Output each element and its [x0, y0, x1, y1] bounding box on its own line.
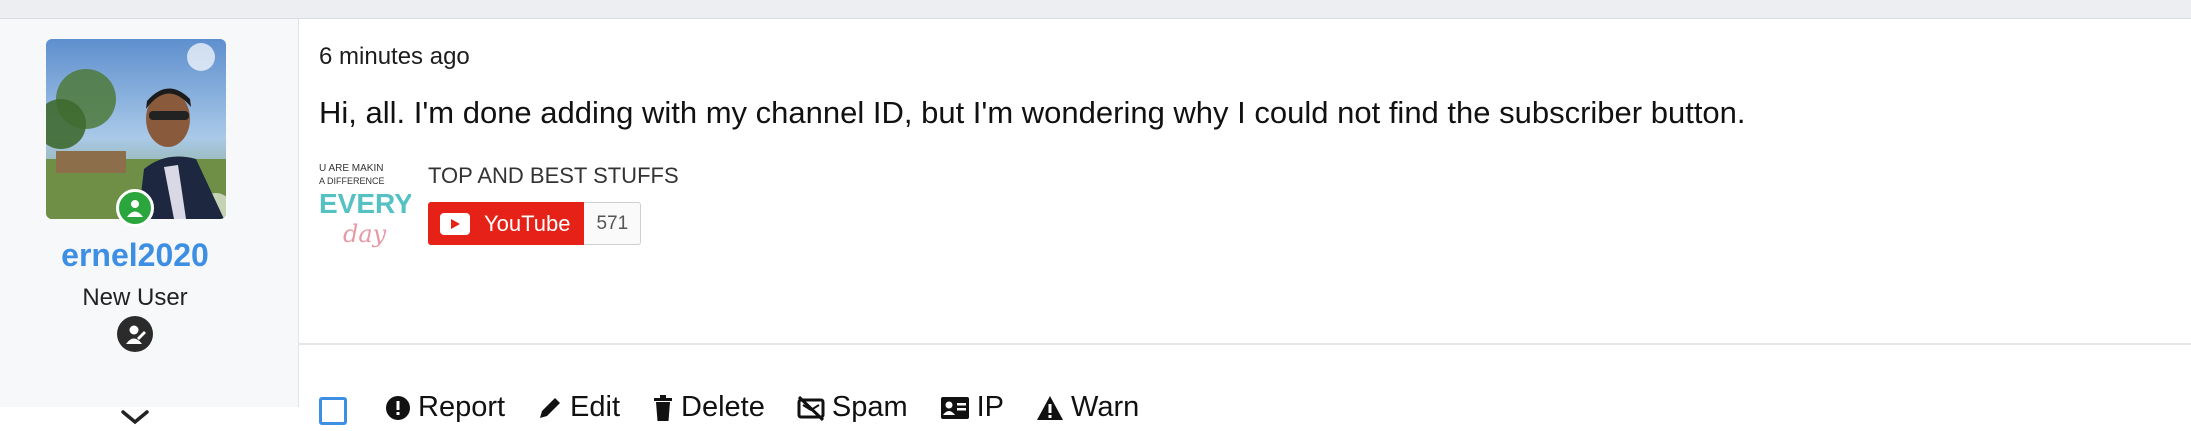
- subscriber-count: 571: [584, 202, 642, 245]
- report-button[interactable]: Report: [385, 391, 505, 424]
- delete-label: Delete: [681, 391, 765, 423]
- post-message: Hi, all. I'm done adding with my channel…: [319, 95, 1746, 130]
- warn-label: Warn: [1071, 391, 1140, 423]
- chevron-down-icon[interactable]: [117, 406, 153, 426]
- thumb-line-3: EVERY: [319, 188, 411, 219]
- edit-label: Edit: [570, 391, 621, 423]
- ip-button[interactable]: IP: [940, 391, 1004, 424]
- report-icon: [386, 395, 410, 420]
- user-title: New User: [82, 284, 188, 311]
- channel-thumbnail[interactable]: U ARE MAKIN A DIFFERENCE EVERY day: [319, 159, 413, 251]
- delete-button[interactable]: Delete: [652, 391, 765, 424]
- post-body: 6 minutes ago Hi, all. I'm done adding w…: [299, 19, 2191, 425]
- post-timestamp[interactable]: 6 minutes ago: [319, 43, 470, 71]
- warning-icon: [1037, 395, 1064, 420]
- youtube-button-main[interactable]: YouTube: [428, 202, 585, 245]
- post-divider: [299, 343, 2191, 345]
- edit-button[interactable]: Edit: [537, 391, 620, 424]
- user-info-column: ernel2020 New User: [0, 19, 299, 425]
- channel-name[interactable]: TOP AND BEST STUFFS: [428, 163, 679, 189]
- warn-button[interactable]: Warn: [1036, 391, 1139, 424]
- top-strip: [0, 0, 2191, 19]
- pencil-icon: [540, 397, 561, 418]
- user-badge-icon: [117, 316, 153, 352]
- spam-button[interactable]: Spam: [797, 391, 908, 424]
- thumb-line-2: A DIFFERENCE: [319, 176, 385, 186]
- id-card-icon: [940, 396, 969, 419]
- select-post-checkbox[interactable]: [319, 397, 347, 425]
- report-label: Report: [418, 391, 506, 423]
- post-actions-bar: Report Edit Delete Spam IP Warn: [319, 377, 1171, 426]
- thumb-line-4: day: [343, 220, 387, 248]
- spam-label: Spam: [831, 391, 908, 423]
- online-status-icon: [116, 189, 154, 227]
- trash-icon: [654, 394, 673, 421]
- youtube-button-label: YouTube: [484, 210, 571, 236]
- youtube-subscribe-button[interactable]: YouTube 571: [428, 202, 642, 245]
- ip-label: IP: [976, 391, 1005, 423]
- spam-icon: [797, 395, 825, 421]
- thumb-line-1: U ARE MAKIN: [319, 163, 383, 174]
- youtube-play-icon: [440, 212, 470, 235]
- username-link[interactable]: ernel2020: [0, 237, 270, 274]
